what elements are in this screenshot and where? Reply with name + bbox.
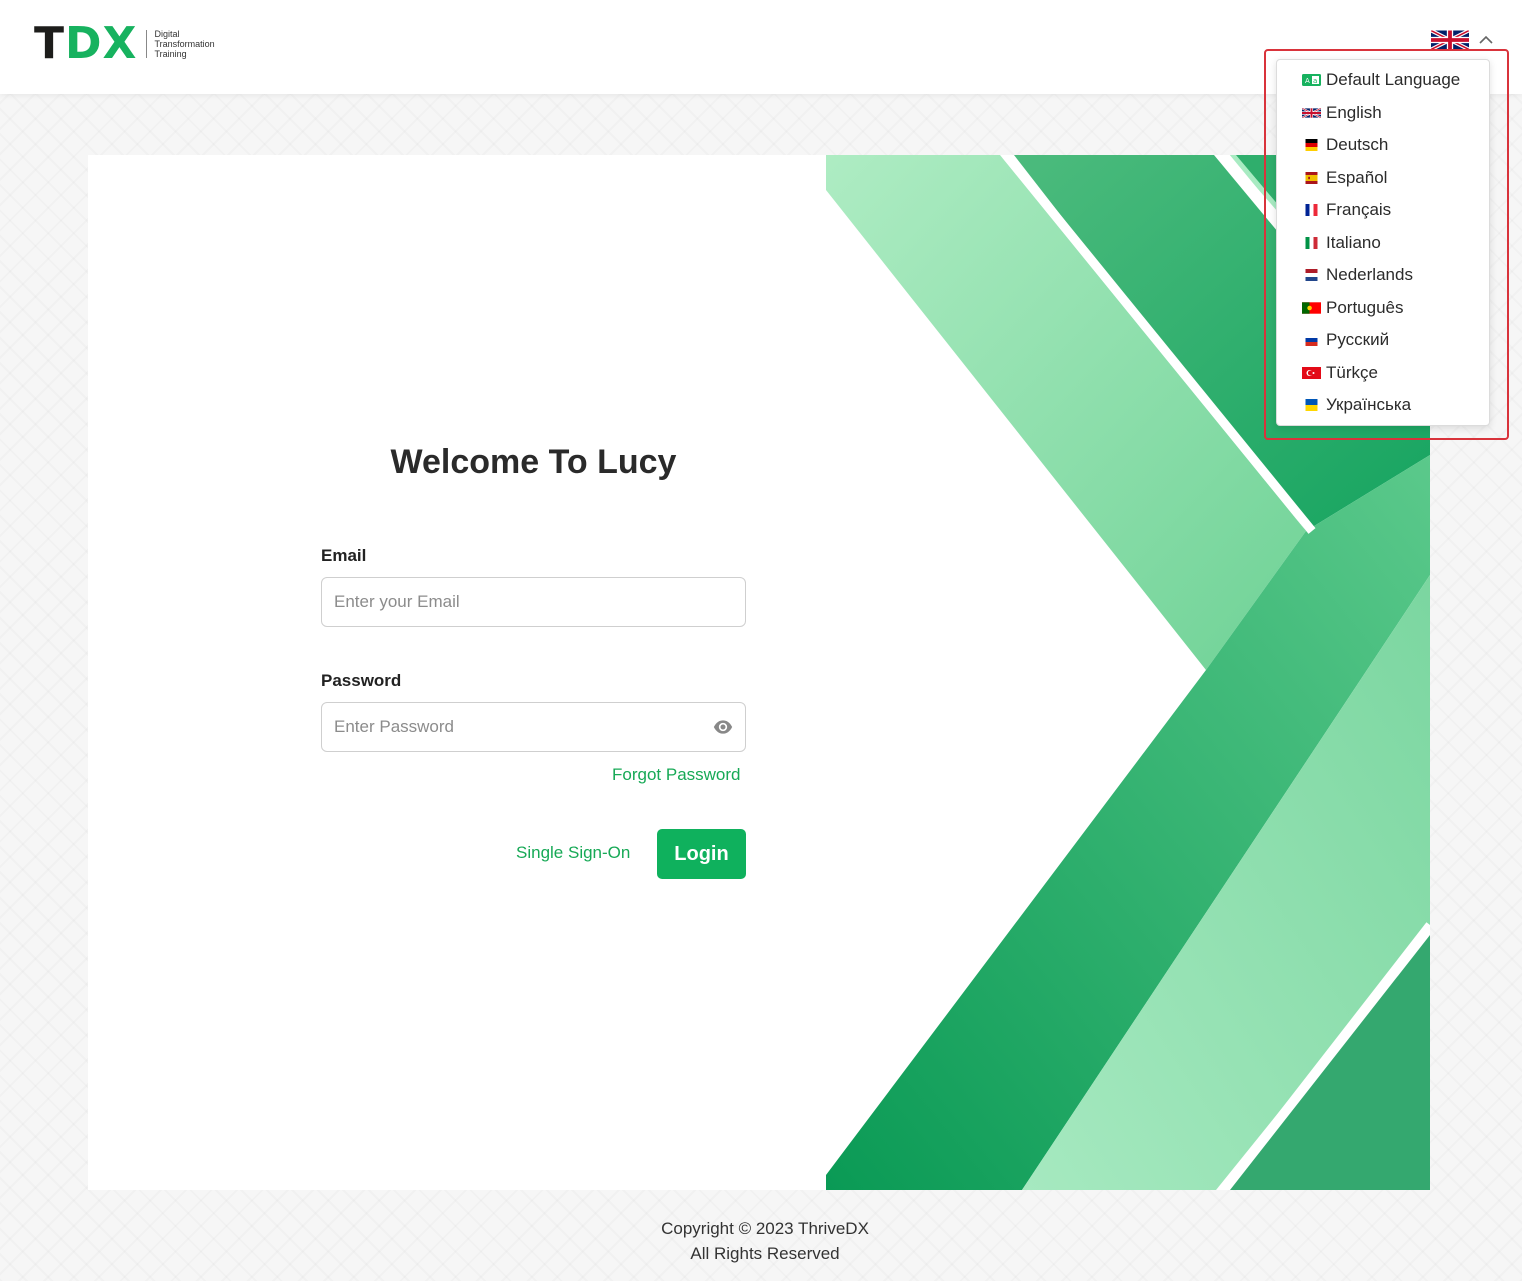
rights-text: All Rights Reserved [690,1244,840,1263]
page-title: Welcome To Lucy [390,443,677,481]
language-selector-toggle[interactable] [1431,26,1494,54]
language-option-label: Español [1326,167,1388,187]
email-label: Email [321,546,367,565]
language-icon: A a [1302,74,1321,87]
flag-it-icon [1305,236,1318,249]
flag-ru-icon [1305,334,1318,347]
language-dropdown-menu: A a Default Language English Deutsch Esp… [1276,59,1490,426]
login-card: Welcome To Lucy Email Password Forgot Pa… [88,155,1430,1190]
svg-text:a: a [1313,77,1317,85]
language-option-portugues[interactable]: Português [1277,292,1489,325]
flag-ua-icon [1305,399,1318,412]
language-option-default[interactable]: A a Default Language [1277,64,1489,97]
login-button[interactable]: Login [657,829,746,879]
password-field-wrapper [321,702,746,752]
chevron-up-icon [1479,35,1493,44]
language-option-label: Українська [1326,395,1412,415]
logo-tagline: Digital Transformation Training [154,29,215,59]
language-option-label: Français [1326,200,1392,220]
flag-tr-icon [1302,366,1321,379]
email-field-wrapper [321,577,746,627]
logo-mark: TDX [34,18,138,69]
language-option-label: English [1326,102,1382,122]
single-sign-on-link[interactable]: Single Sign-On [516,843,630,863]
flag-nl-icon [1305,269,1318,282]
language-option-label: Türkçe [1326,362,1378,382]
language-option-deutsch[interactable]: Deutsch [1277,129,1489,162]
language-option-label: Italiano [1326,232,1381,252]
language-option-english[interactable]: English [1277,97,1489,130]
tdx-logo[interactable]: TDX Digital Transformation Training [34,22,215,66]
email-input[interactable] [322,578,745,626]
language-option-espanol[interactable]: Español [1277,162,1489,195]
flag-es-icon [1305,171,1318,184]
password-input[interactable] [322,703,745,751]
language-option-francais[interactable]: Français [1277,194,1489,227]
language-option-label: Nederlands [1326,265,1413,285]
password-label: Password [321,671,402,690]
language-option-label: Português [1326,297,1404,317]
flag-fr-icon [1305,204,1318,217]
flag-de-icon [1305,139,1318,152]
flag-uk-icon [1302,108,1321,118]
footer: Copyright © 2023 ThriveDX All Rights Res… [560,1216,970,1266]
language-option-label: Русский [1326,330,1390,350]
copyright-text: Copyright © 2023 ThriveDX [661,1219,869,1238]
language-option-turkce[interactable]: Türkçe [1277,357,1489,390]
show-password-eye-icon[interactable] [713,717,733,737]
flag-uk-icon [1431,30,1469,50]
flag-pt-icon [1302,302,1321,314]
logo-divider [146,30,148,58]
language-option-russian[interactable]: Русский [1277,324,1489,357]
language-option-label: Deutsch [1326,135,1389,155]
language-option-label: Default Language [1326,70,1461,90]
language-option-ukrainian[interactable]: Українська [1277,389,1489,422]
svg-text:A: A [1305,77,1310,85]
language-option-italiano[interactable]: Italiano [1277,227,1489,260]
forgot-password-link[interactable]: Forgot Password [612,765,741,785]
language-option-nederlands[interactable]: Nederlands [1277,259,1489,292]
